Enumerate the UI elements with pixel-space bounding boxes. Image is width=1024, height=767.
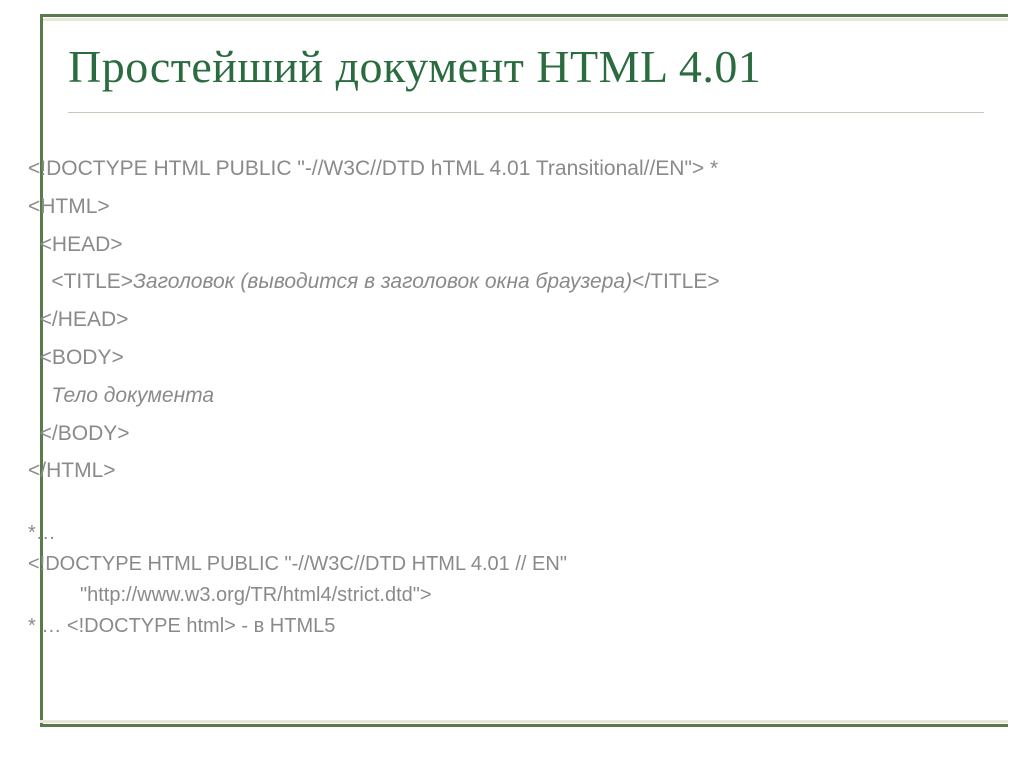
code-line-body-content: Тело документа bbox=[28, 377, 984, 415]
slide: Простейший документ HTML 4.01 <!DOCTYPE … bbox=[0, 0, 1024, 767]
code-text: <!DOCTYPE HTML PUBLIC "-//W3C//DTD hTML … bbox=[28, 157, 704, 180]
code-text: </TITLE> bbox=[632, 270, 720, 293]
footnote-2-line2: "http://www.w3.org/TR/html4/strict.dtd"> bbox=[28, 580, 984, 611]
code-line-doctype: <!DOCTYPE HTML PUBLIC "-//W3C//DTD hTML … bbox=[28, 150, 984, 188]
code-line-html-open: <HTML> bbox=[28, 188, 984, 226]
code-italic: Заголовок (выводится в заголовок окна бр… bbox=[133, 270, 632, 293]
title-underline bbox=[68, 112, 984, 113]
slide-title: Простейший документ HTML 4.01 bbox=[68, 40, 984, 93]
frame-bottom bbox=[40, 724, 1008, 727]
code-line-html-close: </HTML> bbox=[28, 452, 984, 490]
code-line-title: <TITLE>Заголовок (выводится в заголовок … bbox=[28, 263, 984, 301]
code-line-body-open: <BODY> bbox=[28, 339, 984, 377]
footnote-2-line1: <!DOCTYPE HTML PUBLIC "-//W3C//DTD HTML … bbox=[28, 553, 567, 575]
frame-top bbox=[40, 14, 1008, 17]
code-line-head-close: </HEAD> bbox=[28, 301, 984, 339]
footnote-1: *… bbox=[28, 518, 984, 549]
footnote-3: * … <!DOCTYPE html> - в HTML5 bbox=[28, 611, 984, 642]
slide-content: <!DOCTYPE HTML PUBLIC "-//W3C//DTD hTML … bbox=[28, 150, 984, 642]
code-line-head-open: <HEAD> bbox=[28, 226, 984, 264]
footnote-2: <!DOCTYPE HTML PUBLIC "-//W3C//DTD HTML … bbox=[28, 549, 984, 611]
footnote-block: *… <!DOCTYPE HTML PUBLIC "-//W3C//DTD HT… bbox=[28, 518, 984, 642]
code-text: <TITLE> bbox=[28, 270, 133, 293]
code-line-body-close: </BODY> bbox=[28, 415, 984, 453]
asterisk: * bbox=[704, 157, 718, 180]
